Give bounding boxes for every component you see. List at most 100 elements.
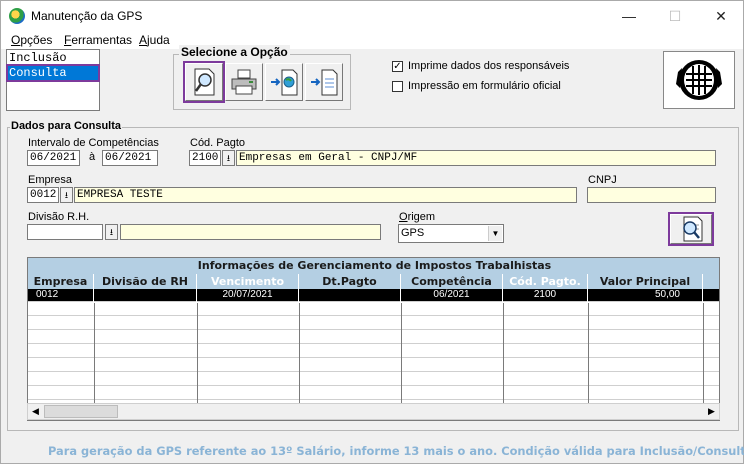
intervalo-to-input[interactable]: 06/2021 [102, 150, 158, 166]
cell-cod-pagto: 2100 [503, 289, 588, 302]
empresa-code-input[interactable]: 0012 [27, 187, 59, 203]
cnpj-label: CNPJ [588, 174, 617, 186]
origem-label: Origem [399, 211, 435, 223]
table-row-empty[interactable] [28, 317, 719, 330]
divisao-lookup-button[interactable]: ⭳ [105, 224, 118, 240]
empresa-label: Empresa [28, 174, 73, 186]
consulta-group-label: Dados para Consulta [10, 120, 123, 132]
intervalo-from-input[interactable]: 06/2021 [27, 150, 80, 166]
menu-ferramentas-label: erramentas [71, 33, 133, 47]
export-globe-button[interactable] [265, 63, 303, 101]
search-button[interactable] [668, 212, 714, 246]
export-to-globe-icon [271, 69, 298, 96]
menu-ajuda[interactable]: Ajuda [139, 33, 170, 47]
status-bar: Para geração da GPS referente ao 13º Sal… [1, 439, 744, 463]
table-row[interactable]: 0012 20/07/2021 06/2021 2100 50,00 [28, 289, 719, 302]
app-window: Manutenção da GPS — ☐ ✕ Opções Ferrament… [0, 0, 744, 464]
menu-ajuda-accel: A [139, 33, 148, 47]
divisao-description [120, 224, 381, 240]
cell-valor-principal: 50,00 [588, 289, 703, 302]
official-form-checkbox[interactable] [392, 81, 403, 92]
cod-pagto-description: Empresas em Geral - CNPJ/MF [236, 150, 716, 166]
col-divider [94, 303, 95, 403]
menu-bar: Opções Ferramentas Ajuda [1, 31, 743, 49]
table-row-empty[interactable] [28, 303, 719, 316]
col-divider [703, 303, 704, 403]
window-title: Manutenção da GPS [31, 9, 143, 23]
emblem-icon [676, 60, 722, 100]
cod-pagto-code-input[interactable]: 2100 [189, 150, 221, 166]
chevron-down-icon[interactable]: ▼ [488, 226, 502, 241]
table-row-empty[interactable] [28, 345, 719, 358]
col-header-valor-principal[interactable]: Valor Principal [588, 274, 703, 289]
scroll-right-icon[interactable]: ▶ [704, 404, 719, 419]
table-row-empty[interactable] [28, 373, 719, 386]
col-header-dtpagto[interactable]: Dt.Pagto [299, 274, 401, 289]
option-group-label: Selecione a Opção [179, 45, 290, 59]
horizontal-scrollbar[interactable]: ◀ ▶ [27, 403, 720, 420]
col-header-empresa[interactable]: Empresa [28, 274, 94, 289]
table-row-empty[interactable] [28, 387, 719, 400]
print-responsaveis-checkbox[interactable]: ✓ [392, 61, 403, 72]
cod-pagto-label: Cód. Pagto [190, 137, 246, 149]
scroll-left-icon[interactable]: ◀ [28, 404, 43, 419]
cell-vencimento: 20/07/2021 [197, 289, 299, 302]
maximize-button[interactable]: ☐ [652, 1, 698, 31]
table-header-row: Empresa Divisão de RH Vencimento Dt.Pagt… [28, 274, 719, 289]
origem-accel: O [399, 211, 408, 223]
cod-pagto-lookup-button[interactable]: ⭳ [222, 150, 235, 166]
divisao-label: Divisão R.H. [28, 211, 90, 223]
title-bar: Manutenção da GPS — ☐ ✕ [1, 1, 743, 31]
col-header-extra [703, 274, 719, 289]
table-row-empty[interactable] [28, 331, 719, 344]
export-file-button[interactable] [305, 63, 343, 101]
menu-opcoes[interactable]: Opções [11, 33, 52, 47]
printer-icon [231, 69, 257, 95]
search-document-icon [194, 68, 215, 96]
origem-value: GPS [401, 227, 425, 239]
mode-list[interactable]: Inclusão Consulta [6, 49, 100, 111]
origem-label-rest: rigem [407, 211, 436, 223]
divisao-code-input[interactable] [27, 224, 103, 240]
download-arrow-icon: ⭳ [109, 227, 114, 237]
mode-item-inclusao[interactable]: Inclusão [8, 51, 98, 65]
col-header-cod-pagto[interactable]: Cód. Pagto. [503, 274, 588, 289]
intervalo-separator: à [89, 151, 96, 163]
col-divider [588, 303, 589, 403]
app-globe-icon [9, 8, 25, 24]
menu-opcoes-accel: O [11, 33, 21, 47]
col-divider [401, 303, 402, 403]
print-button[interactable] [225, 63, 263, 101]
menu-opcoes-label: pções [20, 33, 53, 47]
print-responsaveis-label: Imprime dados dos responsáveis [408, 60, 570, 72]
cell-dtpagto [299, 289, 401, 302]
origem-select[interactable]: GPS ▼ [398, 224, 504, 243]
export-to-file-icon [311, 69, 338, 96]
intervalo-label: Intervalo de Competências [28, 137, 159, 149]
col-header-divisao[interactable]: Divisão de RH [94, 274, 197, 289]
official-form-label: Impressão em formulário oficial [408, 80, 561, 92]
empresa-name-field: EMPRESA TESTE [74, 187, 577, 203]
close-button[interactable]: ✕ [698, 1, 744, 31]
cell-competencia: 06/2021 [401, 289, 503, 302]
menu-ferramentas[interactable]: Ferramentas [64, 33, 132, 47]
table-row-empty[interactable] [28, 359, 719, 372]
minimize-button[interactable]: — [606, 1, 652, 31]
gps-table[interactable]: Informações de Gerenciamento de Impostos… [27, 257, 720, 421]
cnpj-field [587, 187, 716, 203]
logo [663, 51, 735, 109]
download-arrow-icon: ⭳ [226, 153, 231, 163]
search-document-icon [683, 216, 703, 242]
search-document-button[interactable] [183, 61, 225, 103]
scroll-thumb[interactable] [44, 405, 118, 418]
col-divider [299, 303, 300, 403]
mode-item-consulta[interactable]: Consulta [6, 64, 100, 82]
download-arrow-icon: ⭳ [64, 190, 69, 200]
cell-empresa: 0012 [28, 289, 94, 302]
col-header-competencia[interactable]: Competência [401, 274, 503, 289]
cell-divisao [94, 289, 197, 302]
empresa-lookup-button[interactable]: ⭳ [60, 187, 73, 203]
col-header-vencimento[interactable]: Vencimento [197, 274, 299, 289]
status-text: Para geração da GPS referente ao 13º Sal… [48, 444, 744, 458]
table-title: Informações de Gerenciamento de Impostos… [28, 258, 719, 274]
